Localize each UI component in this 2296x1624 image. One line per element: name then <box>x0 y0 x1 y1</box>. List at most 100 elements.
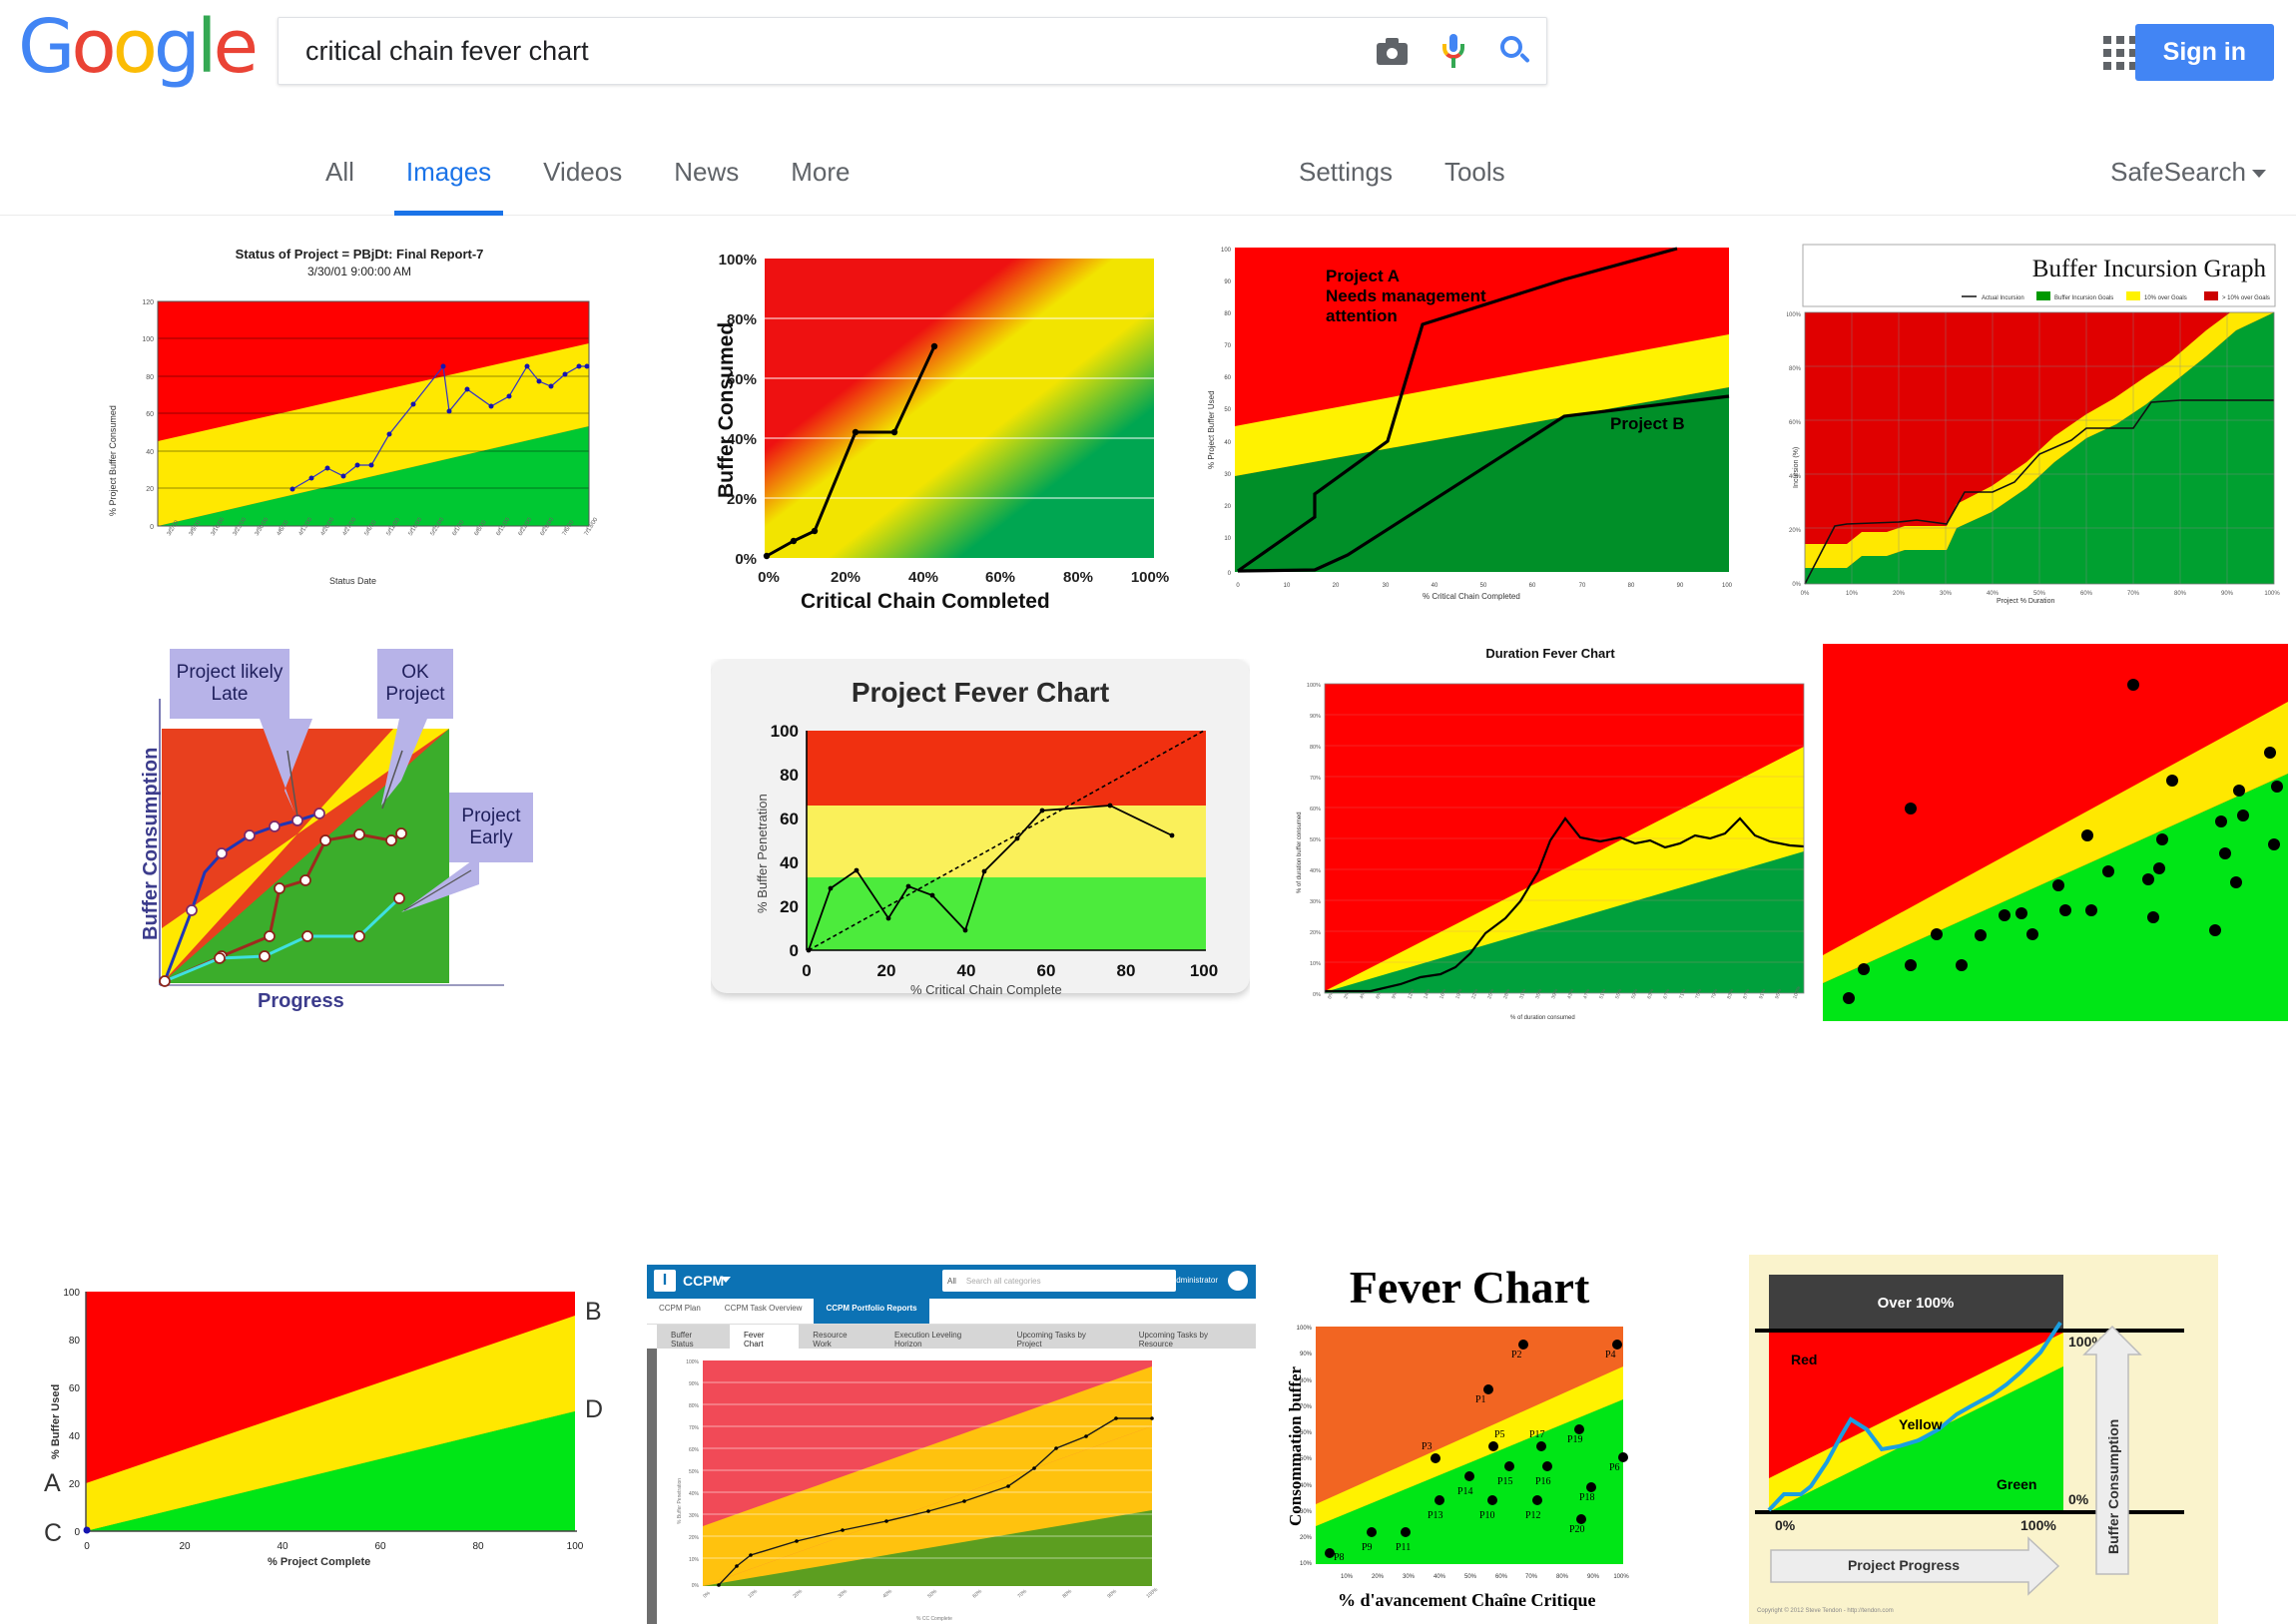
svg-text:80: 80 <box>472 1541 484 1552</box>
result-thumbnail-callout-fever-chart[interactable]: Project likely Late OK Project Project E… <box>110 641 629 1030</box>
svg-text:40: 40 <box>957 961 976 980</box>
svg-text:0%: 0% <box>692 1583 700 1589</box>
sign-in-button[interactable]: Sign in <box>2134 24 2274 81</box>
svg-text:20: 20 <box>1333 583 1340 589</box>
chart-canvas <box>1823 644 2288 1021</box>
y-axis-label: % Buffer Used <box>50 1383 62 1459</box>
svg-text:P11: P11 <box>1396 1542 1411 1553</box>
svg-text:100%: 100% <box>1131 569 1169 586</box>
y-axis-label: % Buffer Penetration <box>677 1477 683 1524</box>
app-subtab-buffer-status[interactable]: Buffer Status <box>657 1325 730 1349</box>
tools-button[interactable]: Tools <box>1419 132 1531 216</box>
search-header: Google Sign in All Images Videos News <box>0 0 2296 216</box>
arrow-y-label: Buffer Consumption <box>2105 1419 2121 1554</box>
svg-text:P5: P5 <box>1494 1429 1505 1440</box>
google-logo[interactable]: Google <box>18 4 259 90</box>
tab-images[interactable]: Images <box>380 132 517 216</box>
svg-text:100%: 100% <box>1297 1326 1313 1332</box>
app-search-bar[interactable]: All Search all categories <box>942 1270 1176 1292</box>
svg-text:60%: 60% <box>1789 420 1802 426</box>
app-subtab-execution-leveling[interactable]: Execution Leveling Horizon <box>880 1325 1003 1349</box>
camera-search-button[interactable] <box>1361 17 1423 85</box>
svg-text:P15: P15 <box>1497 1476 1513 1487</box>
svg-text:Buffer Incursion Goals: Buffer Incursion Goals <box>2054 295 2113 301</box>
x-axis-label: Critical Chain Completed <box>801 590 1050 608</box>
result-thumbnail-buffer-used-abcd[interactable]: 100 80 60 40 20 0 0 20 40 60 80 100 B D A C % Bu… <box>30 1270 629 1614</box>
app-tab-portfolio-reports[interactable]: CCPM Portfolio Reports <box>814 1299 929 1324</box>
svg-text:40%: 40% <box>689 1491 700 1497</box>
svg-text:P10: P10 <box>1479 1510 1495 1521</box>
y-axis-label: Buffer Consumed <box>715 321 738 498</box>
result-thumbnail-scatter-fever-chart[interactable] <box>1823 644 2288 1021</box>
svg-text:100: 100 <box>771 722 799 741</box>
result-thumbnail-buffer-consumed[interactable]: 100% 80% 60% 40% 20% 0% 0% 20% 40% 60% 80% 100% … <box>689 239 1188 608</box>
svg-text:90%: 90% <box>1587 1574 1600 1580</box>
tab-more[interactable]: More <box>765 132 875 216</box>
svg-text:> 10% over Goals: > 10% over Goals <box>2222 295 2270 301</box>
app-subtab-tasks-by-resource[interactable]: Upcoming Tasks by Resource <box>1125 1325 1256 1349</box>
app-tab-task-overview[interactable]: CCPM Task Overview <box>713 1299 815 1324</box>
svg-text:P19: P19 <box>1567 1434 1583 1445</box>
arrow-x-label: Project Progress <box>1848 1557 1960 1573</box>
svg-text:P2: P2 <box>1511 1350 1522 1360</box>
svg-text:20%: 20% <box>1372 1574 1385 1580</box>
avatar-icon[interactable] <box>1228 1271 1248 1291</box>
svg-text:40: 40 <box>780 853 799 872</box>
voice-search-button[interactable] <box>1423 17 1484 85</box>
tab-videos[interactable]: Videos <box>517 132 648 216</box>
zone-label-red: Red <box>1791 1352 1817 1367</box>
copyright-text: Copyright © 2012 Steve Tendon - http://t… <box>1757 1607 1894 1614</box>
tab-news[interactable]: News <box>648 132 765 216</box>
svg-text:60: 60 <box>1529 583 1536 589</box>
result-thumbnail-over-100-chart[interactable]: Over 100% Red Yellow Green 100% 0% 0% 10… <box>1749 1255 2218 1624</box>
app-subtab-tasks-by-project[interactable]: Upcoming Tasks by Project <box>1003 1325 1125 1349</box>
search-nav: All Images Videos News More Settings Too… <box>0 132 2296 216</box>
svg-text:P4: P4 <box>1605 1350 1616 1360</box>
result-thumbnail-buffer-incursion[interactable]: Buffer Incursion Graph Actual Incursion … <box>1787 239 2281 610</box>
svg-text:P17: P17 <box>1529 1429 1545 1440</box>
svg-text:P6: P6 <box>1609 1462 1620 1473</box>
svg-text:10: 10 <box>1284 583 1291 589</box>
tab-all[interactable]: All <box>299 132 380 216</box>
app-top-tabs: CCPM Plan CCPM Task Overview CCPM Portfo… <box>647 1299 1256 1325</box>
apps-grid-icon[interactable] <box>2103 36 2139 72</box>
svg-text:0: 0 <box>802 961 811 980</box>
result-thumbnail-status-of-project[interactable]: Status of Project = PBjDt: Final Report-… <box>100 247 619 596</box>
chart-canvas: 100 80 60 40 20 0 0 20 40 60 80 100 <box>771 722 1219 980</box>
chevron-down-icon[interactable] <box>721 1277 731 1283</box>
result-thumbnail-ccpm-software[interactable]: I CCPM All Search all categories Adminis… <box>647 1265 1256 1624</box>
app-subtab-resource-work[interactable]: Resource Work <box>799 1325 880 1349</box>
result-thumbnail-duration-fever-chart[interactable]: Duration Fever Chart 100% 90% 80% 70% 60% 50… <box>1281 644 1820 1023</box>
svg-text:50%: 50% <box>689 1469 700 1475</box>
logo-letter-o1: o <box>71 4 116 90</box>
svg-text:70%: 70% <box>1525 1574 1538 1580</box>
safesearch-dropdown[interactable]: SafeSearch <box>2110 157 2266 188</box>
search-input[interactable] <box>279 35 1361 67</box>
logo-letter-o2: o <box>112 4 158 90</box>
settings-button[interactable]: Settings <box>1273 132 1419 216</box>
svg-text:0%: 0% <box>1313 992 1321 998</box>
logo-letter-g2: g <box>153 4 201 90</box>
svg-text:0: 0 <box>74 1527 80 1538</box>
result-thumbnail-project-a-b[interactable]: Project A Needs management attention Pro… <box>1193 240 1752 609</box>
svg-text:0: 0 <box>150 524 154 531</box>
svg-text:40: 40 <box>277 1541 288 1552</box>
x-axis-label: % of duration consumed <box>1510 1015 1575 1021</box>
svg-text:90%: 90% <box>2221 591 2234 597</box>
app-tab-ccpm-plan[interactable]: CCPM Plan <box>647 1299 713 1324</box>
chart-canvas: 100%90%80% 70%60%50% 40%30%20% 10%0% 0% … <box>657 1349 1256 1624</box>
account-label[interactable]: Administrator <box>1171 1276 1218 1285</box>
search-submit-button[interactable] <box>1484 17 1546 85</box>
svg-text:P14: P14 <box>1457 1486 1473 1497</box>
x-axis-label: % d'avancement Chaîne Critique <box>1338 1590 1596 1610</box>
svg-text:0%: 0% <box>1801 591 1810 597</box>
result-thumbnail-fever-chart-french[interactable]: Fever Chart P8 P9 P11 P13 P3 P14 P10 P1 … <box>1270 1255 1669 1624</box>
svg-text:90%: 90% <box>1310 714 1321 720</box>
result-thumbnail-project-fever-chart[interactable]: Project Fever Chart 100 80 60 40 20 0 0 20 40 … <box>711 659 1250 1018</box>
svg-text:80: 80 <box>1117 961 1136 980</box>
svg-text:80: 80 <box>146 374 154 381</box>
search-tools-group: Settings Tools <box>1273 132 1531 216</box>
svg-text:20: 20 <box>179 1541 191 1552</box>
app-subtab-fever-chart[interactable]: Fever Chart <box>730 1325 800 1349</box>
svg-text:90%: 90% <box>689 1381 700 1387</box>
